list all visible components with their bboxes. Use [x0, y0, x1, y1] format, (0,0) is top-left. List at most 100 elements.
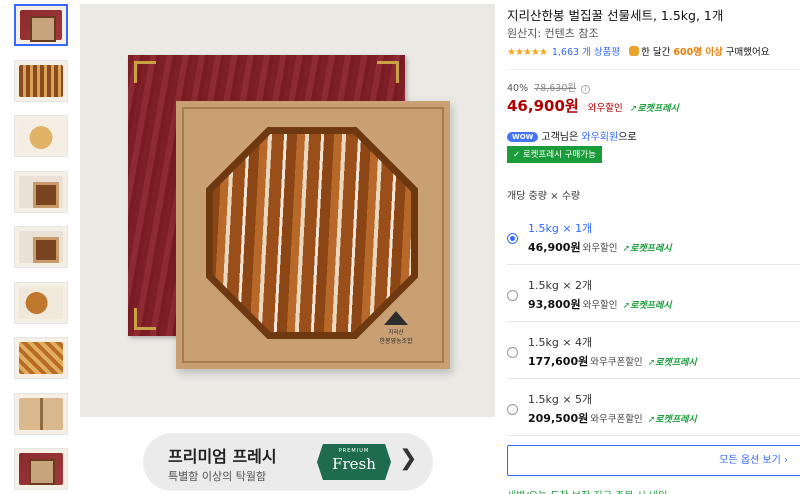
- option-tag: 와우할인: [582, 243, 618, 254]
- rocket-label: 로켓프레시: [637, 104, 679, 114]
- rocket-fresh-label: ➚로켓프레시: [623, 301, 672, 311]
- thumb-box-closed[interactable]: [14, 4, 68, 46]
- sale-price: 46,900원: [507, 97, 579, 115]
- option-price: 177,600원: [528, 355, 589, 368]
- premium-fresh-banner[interactable]: 프리미엄 프레시 특별함 이상의 탁월함 PREMIUM Fresh ❯: [143, 433, 433, 491]
- thumb-waffle[interactable]: [14, 337, 68, 379]
- wow-member-link[interactable]: 와우회원: [581, 132, 618, 143]
- option-radio[interactable]: [507, 404, 518, 415]
- option-label: 개당 중량 × 수량: [507, 191, 581, 202]
- buyers-count: 600명 이상: [673, 47, 723, 58]
- thumbnail-image: [19, 64, 63, 97]
- product-origin: 원산지: 컨텐츠 참조: [507, 27, 599, 40]
- honeycomb-window: [206, 127, 418, 339]
- star-rating-icon: ★★★★★: [507, 47, 548, 58]
- corner-ornament: [134, 61, 156, 83]
- option-price: 93,800원: [528, 298, 581, 311]
- option-tag: 와우쿠폰할인: [590, 357, 643, 368]
- corner-ornament: [134, 308, 156, 330]
- thumbnail-image: [19, 231, 63, 263]
- kraft-box: 지리산 한봉영농조합: [176, 101, 450, 369]
- rating-row: ★★★★★ 1,663 개 상품평 한 달간 600명 이상 구매했어요: [507, 44, 769, 58]
- mountain-icon: [384, 311, 408, 325]
- thumb-kraft-box[interactable]: [14, 170, 68, 213]
- wow-post: 으로: [618, 132, 637, 143]
- rocket-fresh-label: ➚로켓프레시: [630, 104, 679, 114]
- option-item[interactable]: 1.5kg × 1개 46,900원 와우할인 ➚로켓프레시: [507, 208, 800, 265]
- corner-ornament: [377, 61, 399, 83]
- fresh-badge: PREMIUM Fresh: [317, 444, 391, 480]
- view-all-options-button[interactable]: 모든 옵션 보기 ›: [507, 445, 800, 476]
- option-price-line: 46,900원 와우할인 ➚로켓프레시: [528, 239, 672, 255]
- rocket-label: 로켓프레시: [630, 301, 672, 311]
- review-count-link[interactable]: 1,663 개 상품평: [552, 47, 620, 58]
- option-price-line: 177,600원 와우쿠폰할인 ➚로켓프레시: [528, 353, 697, 369]
- thumb-honey-plate[interactable]: [14, 115, 68, 157]
- thumbnail-image: [20, 10, 62, 42]
- wow-badge: WOW: [507, 132, 539, 142]
- rocket-label: 로켓프레시: [630, 244, 672, 254]
- rocket-fresh-label: ➚로켓프레시: [623, 244, 672, 254]
- option-list: 1.5kg × 1개 46,900원 와우할인 ➚로켓프레시 1.5kg × 2개…: [507, 208, 800, 436]
- fresh-badge-word: Fresh: [332, 455, 376, 473]
- buyers-info: 한 달간 600명 이상 구매했어요: [629, 46, 770, 58]
- option-name: 1.5kg × 5개: [528, 393, 593, 406]
- option-price-line: 209,500원 와우쿠폰할인 ➚로켓프레시: [528, 410, 697, 426]
- info-icon[interactable]: i: [581, 85, 591, 94]
- option-radio[interactable]: [507, 290, 518, 301]
- buyers-post: 구매했어요: [722, 47, 770, 58]
- thumb-food-dish[interactable]: [14, 281, 68, 324]
- thumbnail-image: [19, 397, 63, 430]
- option-tag: 와우쿠폰할인: [590, 414, 643, 425]
- option-price-line: 93,800원 와우할인 ➚로켓프레시: [528, 296, 672, 312]
- rocket-icon: ➚: [622, 301, 631, 311]
- option-tag: 와우할인: [582, 300, 618, 311]
- product-title: 지리산한봉 벌집꿀 선물세트, 1.5kg, 1개: [507, 8, 724, 23]
- thumbnail-image: [19, 342, 63, 374]
- rocket-fresh-label: ➚로켓프레시: [648, 415, 697, 425]
- banner-title: 프리미엄 프레시: [168, 447, 277, 466]
- price-row: 46,900원 와우할인 ➚로켓프레시: [507, 95, 679, 116]
- brand-sub: 지리산: [388, 330, 404, 336]
- rocket-fresh-available-badge: ✓ 로켓프레시 구매가능: [507, 146, 602, 163]
- brand-logo: 지리산 한봉영농조합: [368, 311, 424, 345]
- rocket-label: 로켓프레시: [655, 415, 697, 425]
- brand-name: 한봉영농조합: [379, 338, 413, 345]
- option-item[interactable]: 1.5kg × 5개 209,500원 와우쿠폰할인 ➚로켓프레시: [507, 379, 800, 436]
- option-name: 1.5kg × 4개: [528, 336, 593, 349]
- option-name: 1.5kg × 2개: [528, 279, 593, 292]
- thumb-honey-comb-box[interactable]: [14, 59, 68, 102]
- thumbnail-image: [19, 453, 63, 485]
- main-product-image: 지리산 한봉영농조합: [80, 4, 495, 417]
- rocket-icon: ➚: [622, 244, 631, 254]
- rocket-label: 로켓프레시: [655, 358, 697, 368]
- fresh-badge-small: PREMIUM: [338, 448, 370, 454]
- thumbnail-image: [19, 120, 63, 152]
- chevron-right-icon: ❯: [399, 446, 418, 471]
- option-radio[interactable]: [507, 233, 518, 244]
- discount-rate: 40%: [507, 83, 529, 94]
- option-name: 1.5kg × 1개: [528, 222, 593, 235]
- honeycomb: [213, 134, 411, 332]
- option-price: 46,900원: [528, 241, 581, 254]
- thumb-box-small[interactable]: [14, 448, 68, 490]
- banner-subtitle: 특별함 이상의 탁월함: [168, 470, 267, 483]
- divider: [507, 69, 800, 70]
- option-price: 209,500원: [528, 412, 589, 425]
- thumbnail-list: [14, 4, 70, 494]
- delivery-info-text: 새벽/오늘 도착 보장 지금 주문 시 내일: [507, 487, 667, 494]
- option-radio[interactable]: [507, 347, 518, 358]
- thumbnail-image: [19, 175, 63, 208]
- thumbnail-image: [19, 286, 63, 319]
- thumb-gift-wrap[interactable]: [14, 392, 68, 435]
- thumb-kraft-box-open[interactable]: [14, 226, 68, 268]
- discount-row: 40% 78,630원 i: [507, 80, 591, 94]
- wow-pre: 고객님은: [541, 132, 582, 143]
- option-item[interactable]: 1.5kg × 2개 93,800원 와우할인 ➚로켓프레시: [507, 265, 800, 322]
- option-item[interactable]: 1.5kg × 4개 177,600원 와우쿠폰할인 ➚로켓프레시: [507, 322, 800, 379]
- buyers-pre: 한 달간: [641, 47, 674, 58]
- original-price: 78,630원: [534, 83, 577, 94]
- wow-member-row: WOW 고객님은 와우회원으로: [507, 128, 637, 143]
- hand-bag-icon: [629, 46, 640, 56]
- rocket-fresh-label: ➚로켓프레시: [648, 358, 697, 368]
